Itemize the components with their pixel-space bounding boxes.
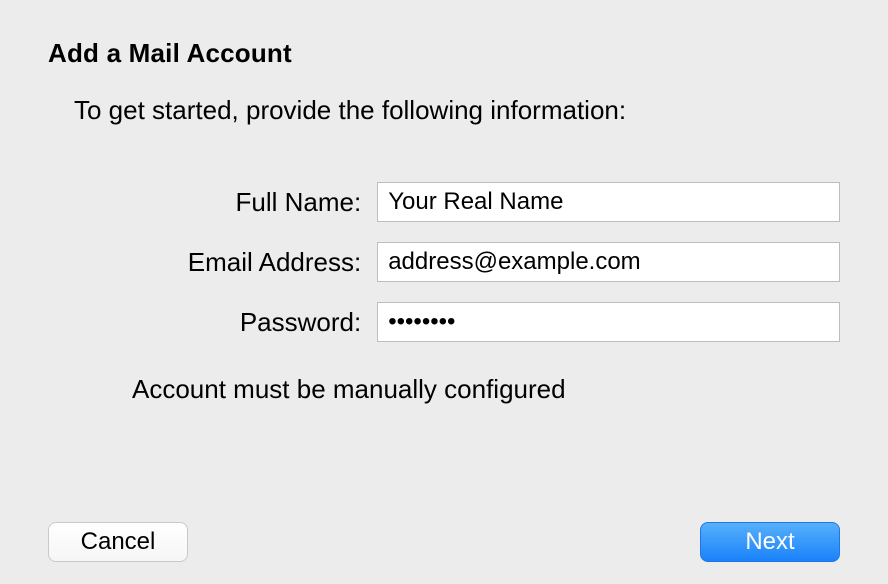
email-input[interactable] bbox=[377, 242, 840, 282]
dialog-subtitle: To get started, provide the following in… bbox=[74, 95, 840, 126]
next-button[interactable]: Next bbox=[700, 522, 840, 562]
add-mail-account-dialog: Add a Mail Account To get started, provi… bbox=[0, 0, 888, 584]
status-message: Account must be manually configured bbox=[132, 374, 840, 405]
dialog-title: Add a Mail Account bbox=[48, 38, 840, 69]
password-input[interactable] bbox=[377, 302, 840, 342]
full-name-label: Full Name: bbox=[48, 187, 377, 218]
button-bar: Cancel Next bbox=[0, 522, 888, 562]
password-row: Password: bbox=[48, 302, 840, 342]
account-form: Full Name: Email Address: Password: bbox=[48, 182, 840, 342]
password-label: Password: bbox=[48, 307, 377, 338]
email-row: Email Address: bbox=[48, 242, 840, 282]
email-label: Email Address: bbox=[48, 247, 377, 278]
full-name-input[interactable] bbox=[377, 182, 840, 222]
cancel-button[interactable]: Cancel bbox=[48, 522, 188, 562]
full-name-row: Full Name: bbox=[48, 182, 840, 222]
